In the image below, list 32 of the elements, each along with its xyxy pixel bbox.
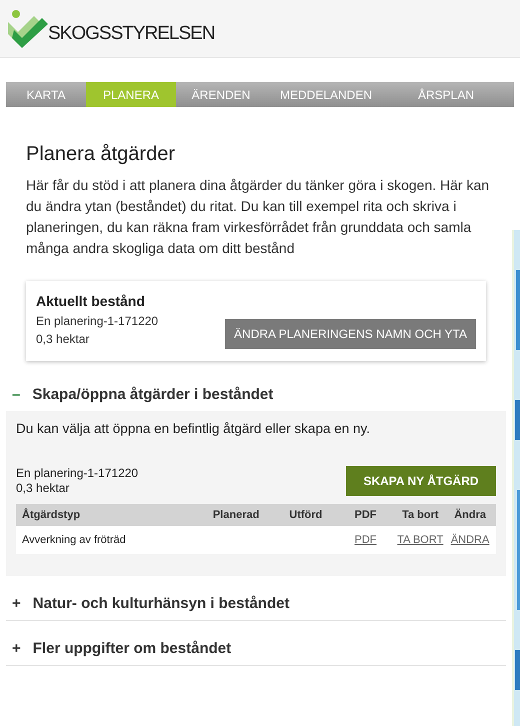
table-link[interactable]: PDF <box>354 534 377 546</box>
stand-title: Aktuellt bestånd <box>36 292 146 311</box>
stand-name: En planering-1-171220 <box>16 466 138 482</box>
table-link[interactable]: ÄNDRA <box>450 534 490 546</box>
edit-stand-button[interactable]: ÄNDRA PLANERINGENS NAMN OCH YTA <box>225 319 476 349</box>
nav-tab[interactable]: ÄRENDEN <box>176 82 266 107</box>
table-cell: Avverkning av fröträd <box>22 534 126 546</box>
stand-area: 0,3 hektar <box>36 330 158 348</box>
collapse-icon: – <box>12 384 20 406</box>
nav-tab[interactable]: ÅRSPLAN <box>386 82 506 107</box>
column-header: Åtgärdstyp <box>22 507 82 523</box>
table-link[interactable]: TA BORT <box>397 534 444 546</box>
section-header[interactable]: + Natur- och kulturhänsyn i beståndet <box>6 588 506 620</box>
logo-text: SKOGSSTYRELSEN <box>48 22 215 46</box>
page-title: Planera åtgärder <box>25 142 176 167</box>
stand-name: En planering-1-171220 <box>36 313 158 330</box>
create-button[interactable]: SKAPA NY ÅTGÄRD <box>346 466 496 496</box>
nav-tab[interactable]: MEDDELANDEN <box>266 82 386 107</box>
column-header: Ta bort <box>401 508 440 523</box>
section-text: Du kan välja att öppna en befintlig åtgärd eller skapa en ny. <box>15 420 371 438</box>
expand-icon: + <box>12 638 21 660</box>
nav-tab[interactable]: KARTA <box>6 82 86 107</box>
column-header: Planerad <box>212 508 260 523</box>
stand-area: 0,3 hektar <box>16 481 138 496</box>
expand-icon: + <box>12 593 21 616</box>
leaf-logo-icon <box>8 8 48 48</box>
column-header: Ändra <box>453 508 487 523</box>
intro-text: Här får du stöd i att planera dina åtgärder du tänker göra i skogen. Här kan du ändra ytan (beståndet) du ritat. Du kan till exempel rita och skriva i planeringen, du kan räkna fram virkesförrådet från grunddata och samla många andra skogliga data om ditt bestånd <box>25 176 490 258</box>
section-header[interactable]: + Fler uppgifter om beståndet <box>6 633 506 666</box>
column-header: Utförd <box>288 508 324 523</box>
section-header[interactable]: – Skapa/öppna åtgärder i beståndet <box>6 379 506 411</box>
column-header: PDF <box>354 508 378 523</box>
